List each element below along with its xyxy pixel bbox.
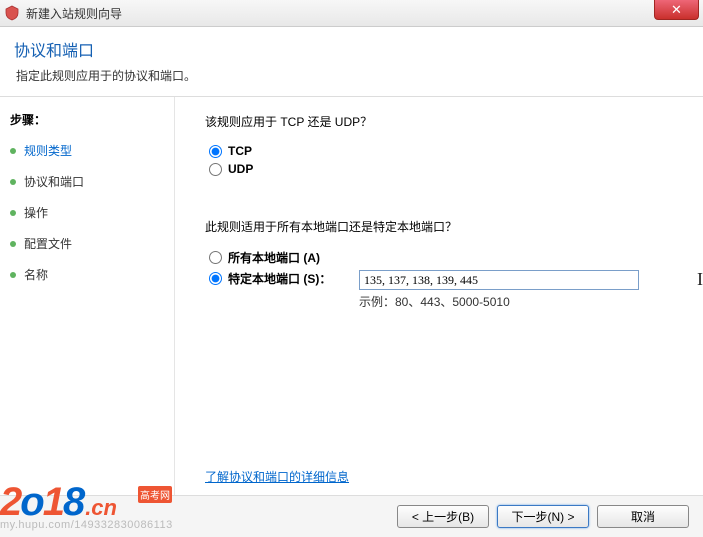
radio-tcp[interactable] — [209, 145, 222, 158]
radio-tcp-row[interactable]: TCP — [209, 144, 683, 158]
bullet-icon — [10, 241, 16, 247]
radio-specific-ports[interactable] — [209, 272, 222, 285]
step-label: 操作 — [24, 204, 48, 221]
step-name[interactable]: 名称 — [10, 266, 164, 283]
step-action[interactable]: 操作 — [10, 204, 164, 221]
steps-sidebar: 步骤： 规则类型 协议和端口 操作 配置文件 名称 — [0, 97, 175, 495]
question-ports: 此规则适用于所有本地端口还是特定本地端口？ — [205, 218, 683, 235]
radio-all-ports[interactable] — [209, 251, 222, 264]
step-label: 协议和端口 — [24, 173, 84, 190]
wizard-header: 协议和端口 指定此规则应用于的协议和端口。 — [0, 27, 703, 97]
learn-more-link[interactable]: 了解协议和端口的详细信息 — [205, 468, 349, 485]
page-title: 协议和端口 — [14, 37, 689, 61]
radio-specific-ports-row[interactable]: 特定本地端口 (S)： — [209, 270, 359, 287]
bullet-icon — [10, 210, 16, 216]
question-protocol: 该规则应用于 TCP 还是 UDP？ — [205, 113, 683, 130]
close-icon: ✕ — [671, 2, 682, 18]
text-cursor-icon: I — [697, 269, 703, 290]
window-title: 新建入站规则向导 — [26, 5, 122, 22]
ports-input[interactable] — [359, 270, 639, 290]
radio-udp-row[interactable]: UDP — [209, 162, 683, 176]
titlebar: 新建入站规则向导 ✕ — [0, 0, 703, 27]
step-protocol-ports[interactable]: 协议和端口 — [10, 173, 164, 190]
step-label: 名称 — [24, 266, 48, 283]
step-label: 配置文件 — [24, 235, 72, 252]
step-rule-type[interactable]: 规则类型 — [10, 142, 164, 159]
step-profile[interactable]: 配置文件 — [10, 235, 164, 252]
step-label: 规则类型 — [24, 142, 72, 159]
close-button[interactable]: ✕ — [654, 0, 699, 20]
app-icon — [4, 5, 20, 21]
radio-specific-ports-label: 特定本地端口 (S)： — [228, 270, 331, 287]
ports-example: 示例：80、443、5000-5010 — [359, 293, 683, 310]
radio-all-ports-row[interactable]: 所有本地端口 (A) — [209, 249, 683, 266]
bullet-icon — [10, 148, 16, 154]
radio-tcp-label: TCP — [228, 144, 252, 158]
steps-heading: 步骤： — [10, 111, 164, 128]
next-button[interactable]: 下一步(N) > — [497, 505, 589, 528]
cancel-button[interactable]: 取消 — [597, 505, 689, 528]
bullet-icon — [10, 272, 16, 278]
page-subtitle: 指定此规则应用于的协议和端口。 — [16, 67, 689, 84]
radio-udp-label: UDP — [228, 162, 253, 176]
radio-udp[interactable] — [209, 163, 222, 176]
bullet-icon — [10, 179, 16, 185]
wizard-content: 该规则应用于 TCP 还是 UDP？ TCP UDP 此规则适用于所有本地端口还… — [175, 97, 703, 495]
radio-all-ports-label: 所有本地端口 (A) — [228, 249, 320, 266]
back-button[interactable]: < 上一步(B) — [397, 505, 489, 528]
